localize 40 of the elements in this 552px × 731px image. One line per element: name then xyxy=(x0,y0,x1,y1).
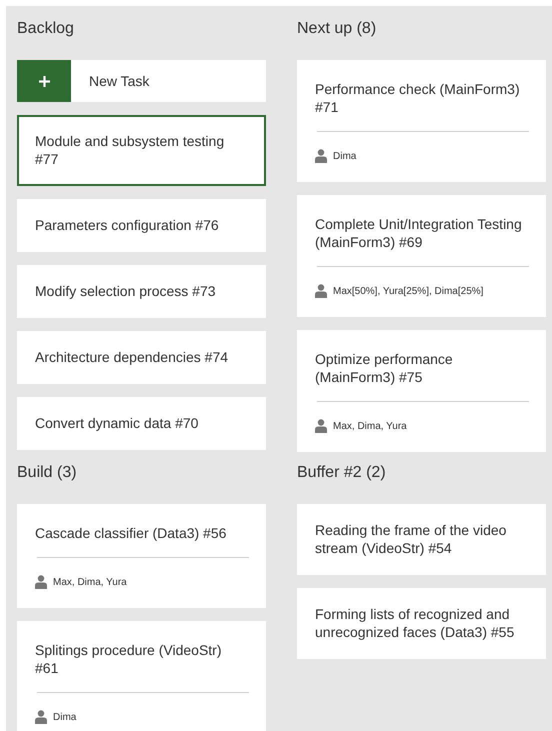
task-title: Optimize performance (MainForm3) #75 xyxy=(315,350,454,386)
task-title: Splitings procedure (VideoStr) #61 xyxy=(35,641,223,677)
task-card[interactable]: Module and subsystem testing #77 xyxy=(17,115,266,186)
task-title: Parameters configuration #76 xyxy=(35,216,220,234)
task-card[interactable]: Splitings procedure (VideoStr) #61 Dima xyxy=(17,621,266,731)
task-title: Module and subsystem testing #77 xyxy=(35,132,226,168)
person-icon xyxy=(35,710,47,724)
assignees: Max, Dima, Yura xyxy=(53,576,127,588)
task-card[interactable]: Parameters configuration #76 xyxy=(17,199,266,252)
person-icon xyxy=(315,284,327,298)
assignees: Dima xyxy=(53,712,76,722)
task-card[interactable]: Modify selection process #73 xyxy=(17,265,266,318)
task-title: Forming lists of recognized and unrecognized faces (Data3) #55 xyxy=(315,605,516,641)
task-card[interactable]: Performance check (MainForm3) #71 Dima xyxy=(297,60,546,182)
assignees: Max[50%], Yura[25%], Dima[25%] xyxy=(333,286,484,296)
task-card[interactable]: Convert dynamic data #70 xyxy=(17,397,266,450)
task-title: Architecture dependencies #74 xyxy=(35,348,230,366)
plus-icon xyxy=(38,76,50,86)
assignees: Dima xyxy=(333,150,356,162)
new-task-button[interactable]: New Task xyxy=(17,60,266,102)
task-title: Performance check (MainForm3) #71 xyxy=(315,80,521,116)
column-title: Buffer #2 (2) xyxy=(297,463,386,483)
column-title: Next up (8) xyxy=(297,19,376,39)
task-card[interactable]: Reading the frame of the video stream (VideoStr) #54 xyxy=(297,504,546,575)
task-card[interactable]: Complete Unit/Integration Testing (MainForm3) #69 Max[50%], Yura[25%], Dima[25%] xyxy=(297,195,546,317)
task-title: Modify selection process #73 xyxy=(35,282,217,300)
person-icon xyxy=(35,575,47,589)
column-title: Backlog xyxy=(17,19,74,39)
person-icon xyxy=(315,419,327,433)
task-title: Complete Unit/Integration Testing (MainForm3) #69 xyxy=(315,215,523,251)
column-title: Build (3) xyxy=(17,463,77,483)
task-card[interactable]: Cascade classifier (Data3) #56 Max, Dima, Yura xyxy=(17,504,266,608)
task-title: Reading the frame of the video stream (VideoStr) #54 xyxy=(315,521,508,557)
assignees: Max, Dima, Yura xyxy=(333,420,407,432)
task-title: Cascade classifier (Data3) #56 xyxy=(35,524,228,542)
task-card[interactable]: Architecture dependencies #74 xyxy=(17,331,266,384)
person-icon xyxy=(315,149,327,163)
task-title: Convert dynamic data #70 xyxy=(35,414,200,432)
task-card[interactable]: Optimize performance (MainForm3) #75 Max, Dima, Yura xyxy=(297,330,546,452)
task-card[interactable]: Forming lists of recognized and unrecognized faces (Data3) #55 xyxy=(297,588,546,659)
